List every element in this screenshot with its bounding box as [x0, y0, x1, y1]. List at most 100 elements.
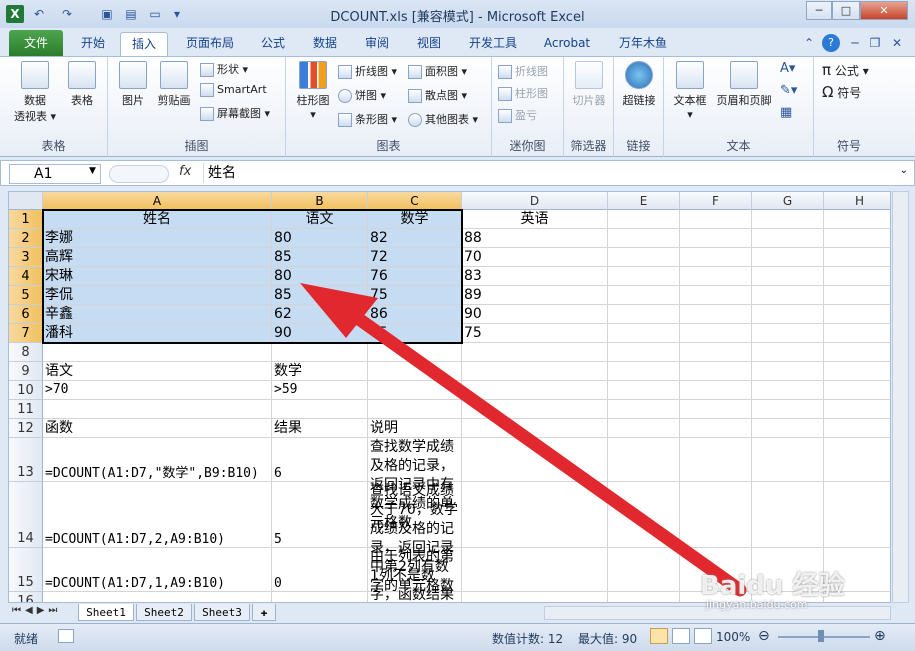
row-header-3[interactable]: 3: [9, 248, 43, 267]
slicer-button[interactable]: 切片器: [568, 61, 610, 108]
cell-f13[interactable]: [680, 438, 752, 482]
column-chart-button[interactable]: 柱形图 ▾: [292, 61, 334, 121]
tab-page-layout[interactable]: 页面布局: [176, 32, 244, 56]
cell-e3[interactable]: [608, 248, 680, 267]
cell-e7[interactable]: [608, 324, 680, 343]
cell-d5[interactable]: 89: [462, 286, 608, 305]
doc-restore-icon[interactable]: ❐: [866, 34, 884, 52]
cell-e12[interactable]: [608, 419, 680, 438]
row-header-5[interactable]: 5: [9, 286, 43, 305]
cell-d7[interactable]: 75: [462, 324, 608, 343]
cell-d3[interactable]: 70: [462, 248, 608, 267]
cell-f14[interactable]: [680, 482, 752, 548]
vertical-scrollbar[interactable]: [892, 191, 909, 603]
cell-e6[interactable]: [608, 305, 680, 324]
cell-h14[interactable]: [824, 482, 890, 548]
row-header-12[interactable]: 12: [9, 419, 43, 438]
row-header-7[interactable]: 7: [9, 324, 43, 343]
cell-g4[interactable]: [752, 267, 824, 286]
scatter-chart-button[interactable]: 散点图 ▾: [408, 87, 467, 103]
cell-c10[interactable]: [368, 381, 462, 400]
cell-b1[interactable]: 语文: [272, 210, 368, 229]
sheet-tab-2[interactable]: Sheet2: [136, 604, 192, 621]
cell-g13[interactable]: [752, 438, 824, 482]
cell-a11[interactable]: [43, 400, 272, 419]
cell-h8[interactable]: [824, 343, 890, 362]
cell-a5[interactable]: 李侃: [43, 286, 272, 305]
column-header-g[interactable]: G: [752, 192, 824, 210]
normal-view-icon[interactable]: [650, 628, 668, 644]
cell-d2[interactable]: 88: [462, 229, 608, 248]
cell-h1[interactable]: [824, 210, 890, 229]
sheet-tab-1[interactable]: Sheet1: [78, 604, 134, 621]
cell-a15[interactable]: =DCOUNT(A1:D7,1,A9:B10): [43, 548, 272, 592]
cell-h4[interactable]: [824, 267, 890, 286]
row-header-11[interactable]: 11: [9, 400, 43, 419]
shapes-button[interactable]: 形状 ▾: [200, 61, 248, 77]
equation-button[interactable]: π 公式 ▾: [822, 61, 869, 79]
cell-f8[interactable]: [680, 343, 752, 362]
cell-c4[interactable]: 76: [368, 267, 462, 286]
row-header-8[interactable]: 8: [9, 343, 43, 362]
cell-d15[interactable]: [462, 548, 608, 592]
cell-h5[interactable]: [824, 286, 890, 305]
column-header-d[interactable]: D: [462, 192, 608, 210]
row-header-2[interactable]: 2: [9, 229, 43, 248]
cell-f1[interactable]: [680, 210, 752, 229]
cell-d16[interactable]: [462, 592, 608, 602]
cell-e14[interactable]: [608, 482, 680, 548]
cell-e9[interactable]: [608, 362, 680, 381]
cell-e1[interactable]: [608, 210, 680, 229]
cell-b6[interactable]: 62: [272, 305, 368, 324]
tab-developer[interactable]: 开发工具: [460, 32, 526, 56]
cell-b7[interactable]: 90: [272, 324, 368, 343]
tab-acrobat[interactable]: Acrobat: [536, 32, 598, 56]
cell-b12[interactable]: 结果: [272, 419, 368, 438]
zoom-out-icon[interactable]: ⊖: [758, 628, 770, 644]
tab-review[interactable]: 审阅: [356, 32, 398, 56]
cell-c5[interactable]: 75: [368, 286, 462, 305]
cell-e2[interactable]: [608, 229, 680, 248]
cell-f10[interactable]: [680, 381, 752, 400]
pivot-table-button[interactable]: 数据 透视表 ▾: [12, 61, 58, 124]
cell-b11[interactable]: [272, 400, 368, 419]
clipart-button[interactable]: 剪贴画: [154, 61, 194, 108]
cell-c2[interactable]: 82: [368, 229, 462, 248]
cell-h3[interactable]: [824, 248, 890, 267]
cell-g1[interactable]: [752, 210, 824, 229]
cell-c16[interactable]: [368, 592, 462, 602]
cell-b10[interactable]: >59: [272, 381, 368, 400]
cell-f7[interactable]: [680, 324, 752, 343]
sparkline-column-button[interactable]: 柱形图: [498, 85, 548, 101]
worksheet-grid[interactable]: ABCDEFGH 1 2 3 4 5 6 7 8 9 10 11 12 13 14 15 16 姓名 语文 数学英…: [8, 191, 891, 603]
cell-d4[interactable]: 83: [462, 267, 608, 286]
page-layout-view-icon[interactable]: [672, 628, 690, 644]
cell-a14[interactable]: =DCOUNT(A1:D7,2,A9:B10): [43, 482, 272, 548]
cell-d8[interactable]: [462, 343, 608, 362]
cell-f12[interactable]: [680, 419, 752, 438]
cell-b4[interactable]: 80: [272, 267, 368, 286]
cell-c12[interactable]: 说明: [368, 419, 462, 438]
cell-h11[interactable]: [824, 400, 890, 419]
cell-g5[interactable]: [752, 286, 824, 305]
hyperlink-button[interactable]: 超链接: [618, 61, 660, 108]
new-sheet-icon[interactable]: ✚: [252, 604, 276, 621]
ribbon-minimize-icon[interactable]: ⌃: [800, 34, 818, 52]
signature-icon[interactable]: ✎▾: [780, 83, 797, 98]
object-icon[interactable]: ▦: [780, 105, 792, 120]
cell-a8[interactable]: [43, 343, 272, 362]
column-header-f[interactable]: F: [680, 192, 752, 210]
cell-g7[interactable]: [752, 324, 824, 343]
cell-a13[interactable]: =DCOUNT(A1:D7,"数学",B9:B10): [43, 438, 272, 482]
cell-b2[interactable]: 80: [272, 229, 368, 248]
cell-f6[interactable]: [680, 305, 752, 324]
wordart-icon[interactable]: A▾: [780, 61, 795, 76]
cell-a10[interactable]: >70: [43, 381, 272, 400]
cell-h2[interactable]: [824, 229, 890, 248]
cell-e16[interactable]: [608, 592, 680, 602]
tab-home[interactable]: 开始: [70, 32, 116, 56]
doc-close-icon[interactable]: ✕: [888, 34, 906, 52]
cell-f5[interactable]: [680, 286, 752, 305]
cell-h12[interactable]: [824, 419, 890, 438]
row-header-14[interactable]: 14: [9, 482, 43, 548]
